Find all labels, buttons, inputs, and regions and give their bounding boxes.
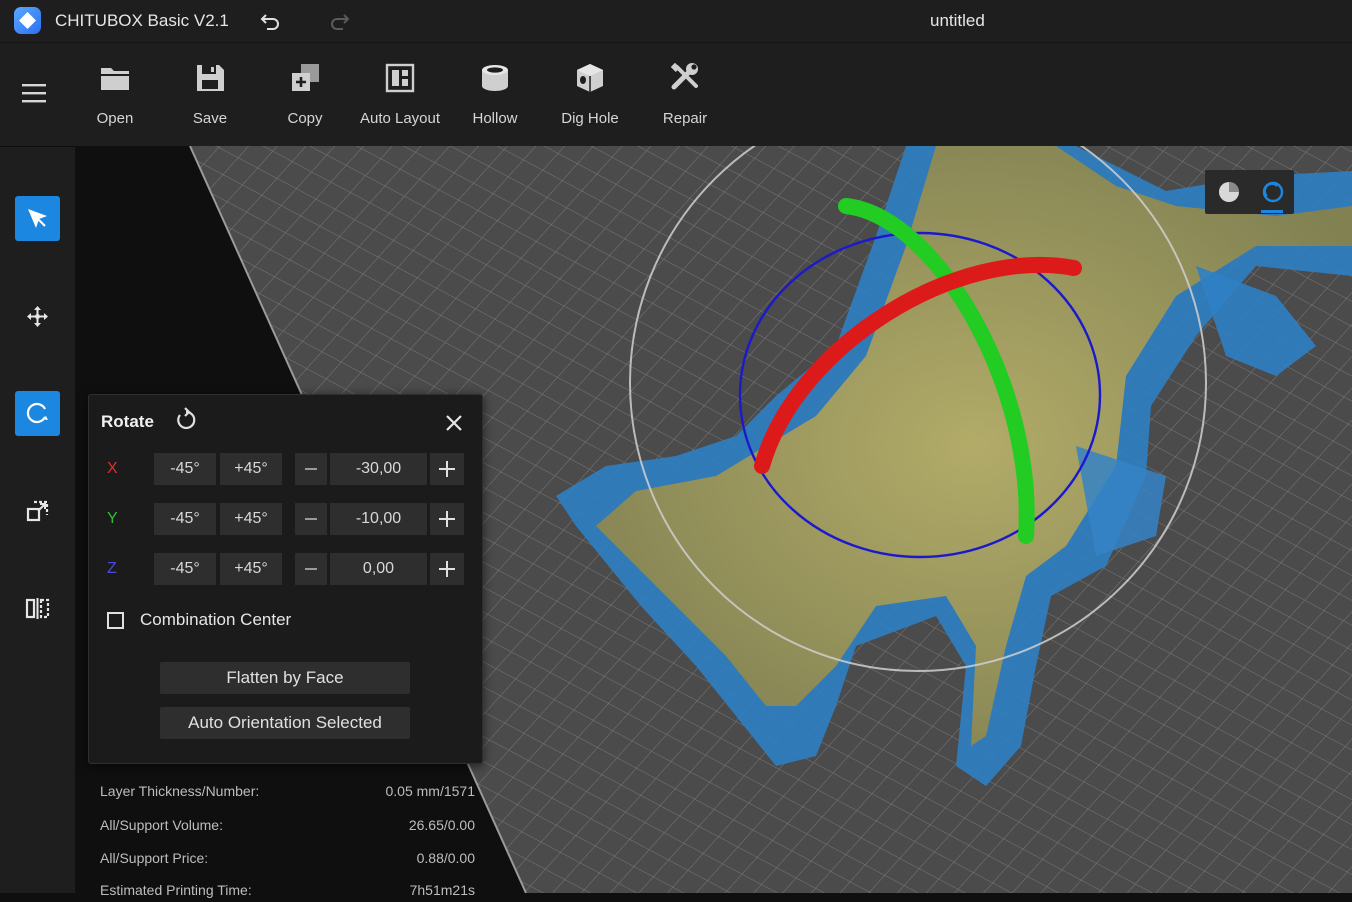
combination-center-label: Combination Center [140, 610, 292, 629]
hollow-cylinder-icon [482, 65, 508, 91]
dig-hole-label: Dig Hole [561, 110, 619, 127]
hollow-button[interactable]: Hollow [450, 61, 540, 141]
select-cursor-icon [28, 209, 47, 228]
flatten-by-face-button[interactable]: Flatten by Face [160, 662, 410, 694]
y-decrement-button[interactable] [295, 503, 327, 535]
save-label: Save [192, 110, 228, 127]
view-toggle-active-indicator [1261, 210, 1283, 213]
copy-label: Copy [287, 110, 323, 127]
y-rotation-input[interactable]: -10,00 [330, 503, 427, 535]
rotate-panel: Rotate X -45° +45° -30,00 Y -45° +45° -1… [88, 394, 483, 764]
y-minus-45-button[interactable]: -45° [154, 503, 216, 535]
chitubox-logo-icon [14, 7, 41, 34]
save-button[interactable]: Save [165, 61, 255, 141]
x-decrement-button[interactable] [295, 453, 327, 485]
floppy-disk-icon [197, 65, 224, 91]
x-increment-button[interactable] [430, 453, 464, 485]
open-label: Open [96, 110, 134, 127]
move-arrows-icon [27, 306, 48, 327]
mirror-icon [25, 598, 50, 619]
document-title: untitled [930, 11, 985, 30]
scale-tool-button[interactable] [15, 489, 60, 534]
dig-hole-button[interactable]: Dig Hole [545, 61, 635, 141]
z-increment-button[interactable] [430, 553, 464, 585]
main-toolbar: Open Save Copy Auto Layout Hollow Dig Ho… [0, 42, 1352, 146]
auto-layout-label: Auto Layout [359, 110, 441, 127]
stat-key: All/Support Price: [100, 850, 209, 866]
copy-button[interactable]: Copy [260, 61, 350, 141]
left-tool-sidebar [0, 147, 75, 893]
x-axis-label: X [107, 460, 118, 477]
select-tool-button[interactable] [15, 196, 60, 241]
app-title: CHITUBOX Basic V2.1 [55, 11, 229, 30]
scale-icon [26, 500, 49, 522]
repair-label: Repair [662, 110, 708, 127]
stat-value: 7h51m21s [409, 882, 475, 898]
z-minus-45-button[interactable]: -45° [154, 553, 216, 585]
stat-value: 0.88/0.00 [416, 850, 475, 866]
auto-layout-button[interactable]: Auto Layout [355, 61, 445, 141]
z-axis-label: Z [107, 560, 117, 577]
x-axis-row: X -45° +45° -30,00 [89, 453, 482, 485]
view-mode-toggle [1205, 170, 1294, 214]
combination-center-checkbox[interactable] [107, 612, 124, 629]
move-tool-button[interactable] [15, 294, 60, 339]
x-rotation-input[interactable]: -30,00 [330, 453, 427, 485]
rotate-panel-title: Rotate [101, 412, 154, 431]
auto-orientation-button[interactable]: Auto Orientation Selected [160, 707, 410, 739]
stat-key: Layer Thickness/Number: [100, 783, 260, 799]
hamburger-menu-icon[interactable] [20, 81, 48, 105]
y-plus-45-button[interactable]: +45° [220, 503, 282, 535]
repair-button[interactable]: Repair [640, 61, 730, 141]
z-rotation-input[interactable]: 0,00 [330, 553, 427, 585]
rotate-tool-button[interactable] [15, 391, 60, 436]
mirror-tool-button[interactable] [15, 586, 60, 631]
y-axis-label: Y [107, 510, 118, 527]
close-icon[interactable] [442, 411, 466, 435]
stat-key: Estimated Printing Time: [100, 882, 252, 898]
rotate-icon [26, 402, 48, 424]
wrench-screwdriver-icon [670, 62, 698, 90]
stat-row: All/Support Price: 0.88/0.00 [88, 850, 478, 870]
stat-row: All/Support Volume: 26.65/0.00 [88, 817, 478, 837]
z-plus-45-button[interactable]: +45° [220, 553, 282, 585]
title-bar: CHITUBOX Basic V2.1 untitled [0, 0, 1352, 42]
stat-key: All/Support Volume: [100, 817, 223, 833]
hollow-label: Hollow [472, 110, 518, 127]
z-decrement-button[interactable] [295, 553, 327, 585]
stat-value: 26.65/0.00 [408, 817, 475, 833]
stat-row: Layer Thickness/Number: 0.05 mm/1571 [88, 783, 478, 803]
undo-icon[interactable] [258, 8, 284, 34]
open-button[interactable]: Open [70, 61, 160, 141]
redo-icon[interactable] [326, 8, 352, 34]
folder-icon [101, 68, 129, 90]
reset-rotation-icon[interactable] [173, 407, 199, 433]
stat-row: Estimated Printing Time: 7h51m21s [88, 882, 478, 902]
x-plus-45-button[interactable]: +45° [220, 453, 282, 485]
z-axis-row: Z -45° +45° 0,00 [89, 553, 482, 585]
stat-value: 0.05 mm/1571 [385, 783, 476, 799]
copy-icon [292, 64, 319, 91]
x-minus-45-button[interactable]: -45° [154, 453, 216, 485]
solid-view-icon[interactable] [1215, 178, 1243, 206]
dig-hole-cube-icon [577, 64, 603, 92]
xray-view-icon[interactable] [1259, 178, 1287, 206]
y-axis-row: Y -45° +45° -10,00 [89, 503, 482, 535]
y-increment-button[interactable] [430, 503, 464, 535]
auto-layout-icon [385, 63, 415, 93]
